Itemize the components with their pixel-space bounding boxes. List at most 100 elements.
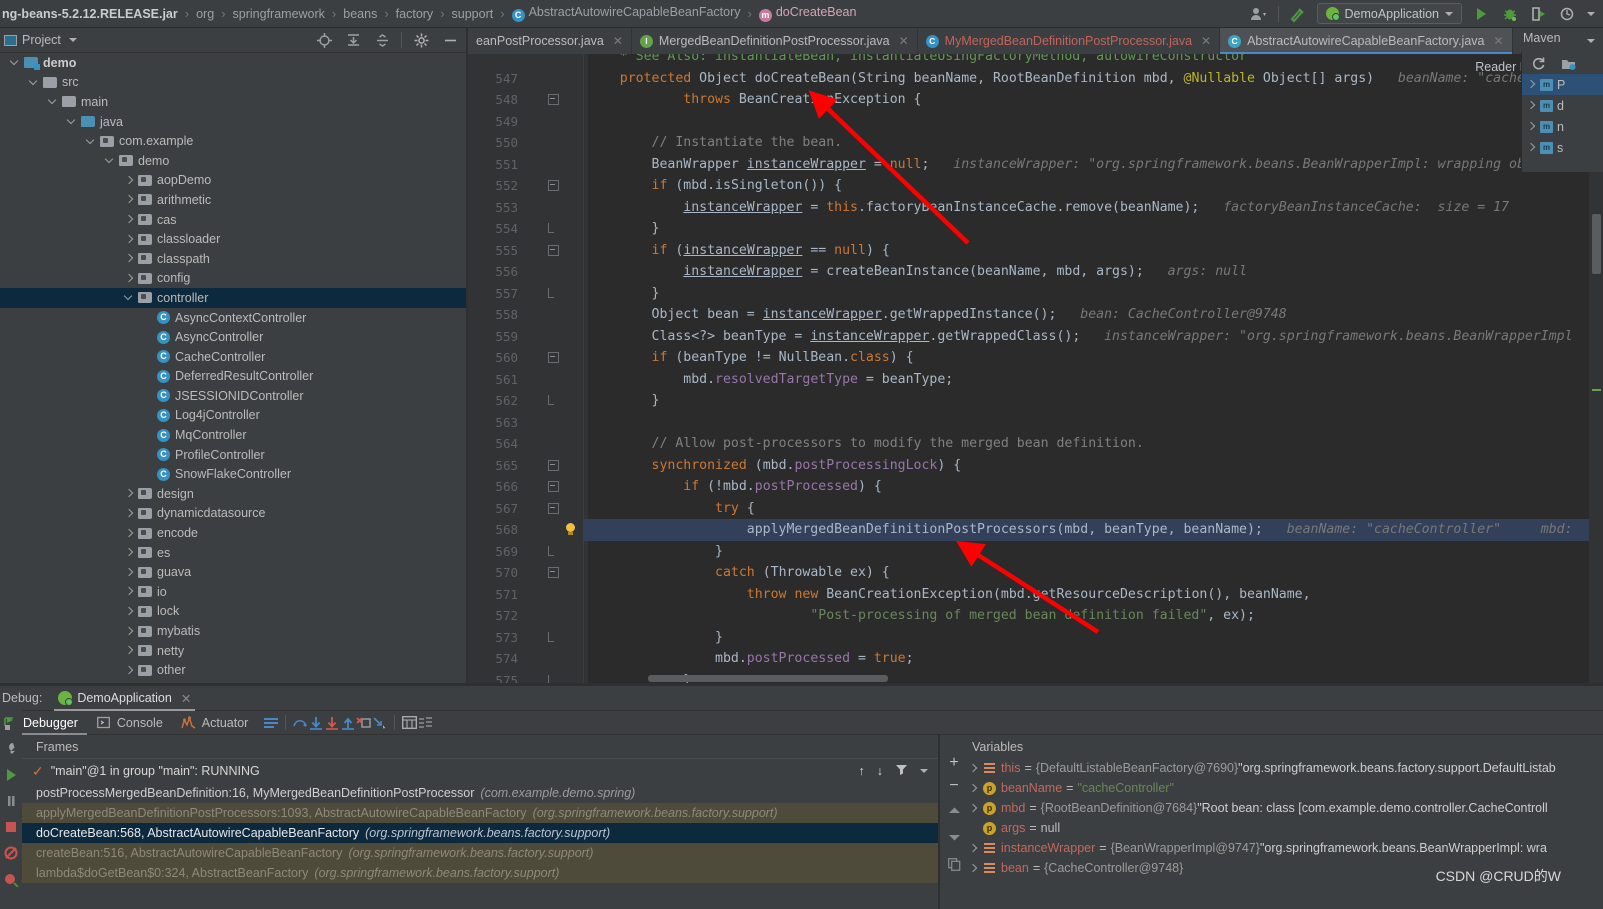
debug-session-tab[interactable]: DemoApplication ✕: [50, 686, 199, 711]
gear-icon[interactable]: [411, 30, 431, 50]
refresh-icon[interactable]: [1528, 53, 1548, 73]
chevron-down-icon[interactable]: [10, 57, 21, 68]
copy-icon[interactable]: [947, 858, 961, 874]
maven-tab-label[interactable]: Maven: [1523, 31, 1561, 45]
close-icon[interactable]: ✕: [899, 34, 909, 48]
tab-debugger[interactable]: Debugger: [14, 711, 87, 735]
force-step-into-icon[interactable]: [324, 715, 340, 731]
fold-marker[interactable]: [548, 567, 559, 578]
breadcrumb-item-pkg[interactable]: factory: [394, 7, 436, 21]
tree-node-cas[interactable]: cas: [0, 210, 466, 230]
tree-node-lock[interactable]: lock: [0, 602, 466, 622]
stripe-mark[interactable]: [1592, 389, 1601, 391]
editor-tabs[interactable]: eanPostProcessor.java ✕ I MergedBeanDefinit…: [468, 28, 1603, 54]
locate-icon[interactable]: [314, 30, 334, 50]
chevron-down-icon[interactable]: [124, 292, 135, 303]
maven-item-3[interactable]: s: [1522, 137, 1603, 158]
breadcrumb-item-jar[interactable]: ng-beans-5.2.12.RELEASE.jar: [0, 7, 180, 21]
hide-icon[interactable]: [440, 30, 460, 50]
chevron-right-icon[interactable]: [124, 567, 135, 578]
tree-node-src[interactable]: src: [0, 73, 466, 93]
variable-row[interactable]: beanName="cacheController": [940, 778, 1603, 798]
stop-icon[interactable]: [0, 814, 22, 840]
mute-breakpoints-icon[interactable]: [0, 840, 22, 866]
chevron-right-icon[interactable]: [968, 843, 979, 854]
tree-node-snowflakecontroller[interactable]: C SnowFlakeController: [0, 464, 466, 484]
frame-row[interactable]: applyMergedBeanDefinitionPostProcessors:…: [22, 803, 938, 823]
editor-tab-0[interactable]: eanPostProcessor.java ✕: [468, 28, 632, 54]
arrow-down-icon[interactable]: ↓: [877, 764, 883, 778]
close-icon[interactable]: ✕: [181, 691, 191, 706]
step-into-icon[interactable]: [308, 715, 324, 731]
editor-tab-1[interactable]: I MergedBeanDefinitionPostProcessor.java ✕: [632, 28, 918, 54]
run-to-cursor-icon[interactable]: [372, 715, 388, 731]
hammer-build-icon[interactable]: [1288, 4, 1308, 24]
chevron-down-icon[interactable]: [920, 769, 928, 773]
drop-frame-icon[interactable]: [356, 715, 372, 731]
tree-node-classpath[interactable]: classpath: [0, 249, 466, 269]
tree-node-profilecontroller[interactable]: C ProfileController: [0, 445, 466, 465]
fold-marker[interactable]: [548, 244, 559, 256]
resume-icon[interactable]: [0, 762, 22, 788]
fold-marker[interactable]: [548, 459, 559, 471]
frame-row[interactable]: lambda$doGetBean$0:324, AbstractBeanFact…: [22, 863, 938, 883]
fold-marker[interactable]: [548, 545, 559, 557]
remove-icon[interactable]: −: [949, 778, 958, 794]
fold-marker[interactable]: [548, 395, 559, 406]
breadcrumb[interactable]: ng-beans-5.2.12.RELEASE.jar › org › springfr…: [0, 0, 1249, 28]
frame-row[interactable]: createBean:516, AbstractAutowireCapableB…: [22, 843, 938, 863]
tree-node-other[interactable]: other: [0, 660, 466, 680]
user-avatar-icon[interactable]: [1249, 4, 1269, 24]
code-editor[interactable]: 547 548 549 550 551 552 553 554 555 556 557 558 559 5…: [468, 54, 1603, 683]
watches-icon[interactable]: [417, 715, 433, 731]
tree-node-netty[interactable]: netty: [0, 641, 466, 661]
tree-node-main[interactable]: main: [0, 92, 466, 112]
close-icon[interactable]: ✕: [1493, 34, 1503, 48]
debug-icon[interactable]: [1500, 4, 1520, 24]
tree-node-java[interactable]: java: [0, 112, 466, 132]
chevron-right-icon[interactable]: [968, 763, 979, 774]
add-watch-icon[interactable]: +: [949, 755, 958, 771]
evaluate-icon[interactable]: [401, 715, 417, 731]
chevron-right-icon[interactable]: [124, 273, 135, 284]
chevron-down-icon[interactable]: [48, 96, 59, 107]
maven-item-1[interactable]: d: [1522, 95, 1603, 116]
view-breakpoints-icon[interactable]: [0, 866, 22, 892]
chevron-down-icon[interactable]: [1587, 11, 1595, 16]
chevron-right-icon[interactable]: [124, 586, 135, 597]
project-tree[interactable]: demo src main java com.example demo aopDemo ari…: [0, 53, 466, 683]
fold-marker[interactable]: [548, 502, 559, 514]
filter-icon[interactable]: [895, 763, 908, 779]
editor-scrollbar-thumb[interactable]: [1592, 214, 1601, 274]
tree-node-io[interactable]: io: [0, 582, 466, 602]
variable-row[interactable]: mbd={RootBeanDefinition@7684} "Root bean…: [940, 798, 1603, 818]
fold-marker[interactable]: [548, 674, 559, 683]
breadcrumb-item-method[interactable]: m doCreateBean: [757, 5, 859, 22]
run-with-coverage-icon[interactable]: [1529, 4, 1549, 24]
layout-icon[interactable]: [263, 715, 279, 731]
tree-node-config[interactable]: config: [0, 269, 466, 289]
tree-node-aopdemo[interactable]: aopDemo: [0, 171, 466, 191]
chevron-right-icon[interactable]: [124, 508, 135, 519]
move-down-icon[interactable]: [948, 831, 961, 845]
tree-node-jsessionidcontroller[interactable]: C JSESSIONIDController: [0, 386, 466, 406]
tree-node-dynamicdatasource[interactable]: dynamicdatasource: [0, 504, 466, 524]
tree-node-mybatis[interactable]: mybatis: [0, 621, 466, 641]
chevron-down-icon[interactable]: [105, 155, 116, 166]
tree-node-guava[interactable]: guava: [0, 562, 466, 582]
tree-node-mqcontroller[interactable]: C MqController: [0, 425, 466, 445]
chevron-down-icon[interactable]: [86, 136, 97, 147]
tabs-overflow-icon[interactable]: [1579, 28, 1603, 54]
tree-node-demo[interactable]: demo: [0, 53, 466, 73]
move-up-icon[interactable]: [948, 804, 961, 818]
collapse-all-icon[interactable]: [372, 30, 392, 50]
chevron-right-icon[interactable]: [124, 547, 135, 558]
editor-tab-2[interactable]: C MyMergedBeanDefinitionPostProcessor.jav…: [918, 28, 1221, 54]
tree-node-controller[interactable]: controller: [0, 288, 466, 308]
maven-item-0[interactable]: P: [1522, 74, 1603, 95]
thread-selector[interactable]: ✓ "main"@1 in group "main": RUNNING ↑ ↓: [22, 758, 938, 783]
editor-tab-3[interactable]: C AbstractAutowireCapableBeanFactory.java…: [1220, 28, 1513, 54]
breadcrumb-item-class[interactable]: C AbstractAutowireCapableBeanFactory: [510, 5, 743, 22]
fold-marker[interactable]: [548, 481, 559, 492]
breadcrumb-item-pkg[interactable]: support: [450, 7, 496, 21]
